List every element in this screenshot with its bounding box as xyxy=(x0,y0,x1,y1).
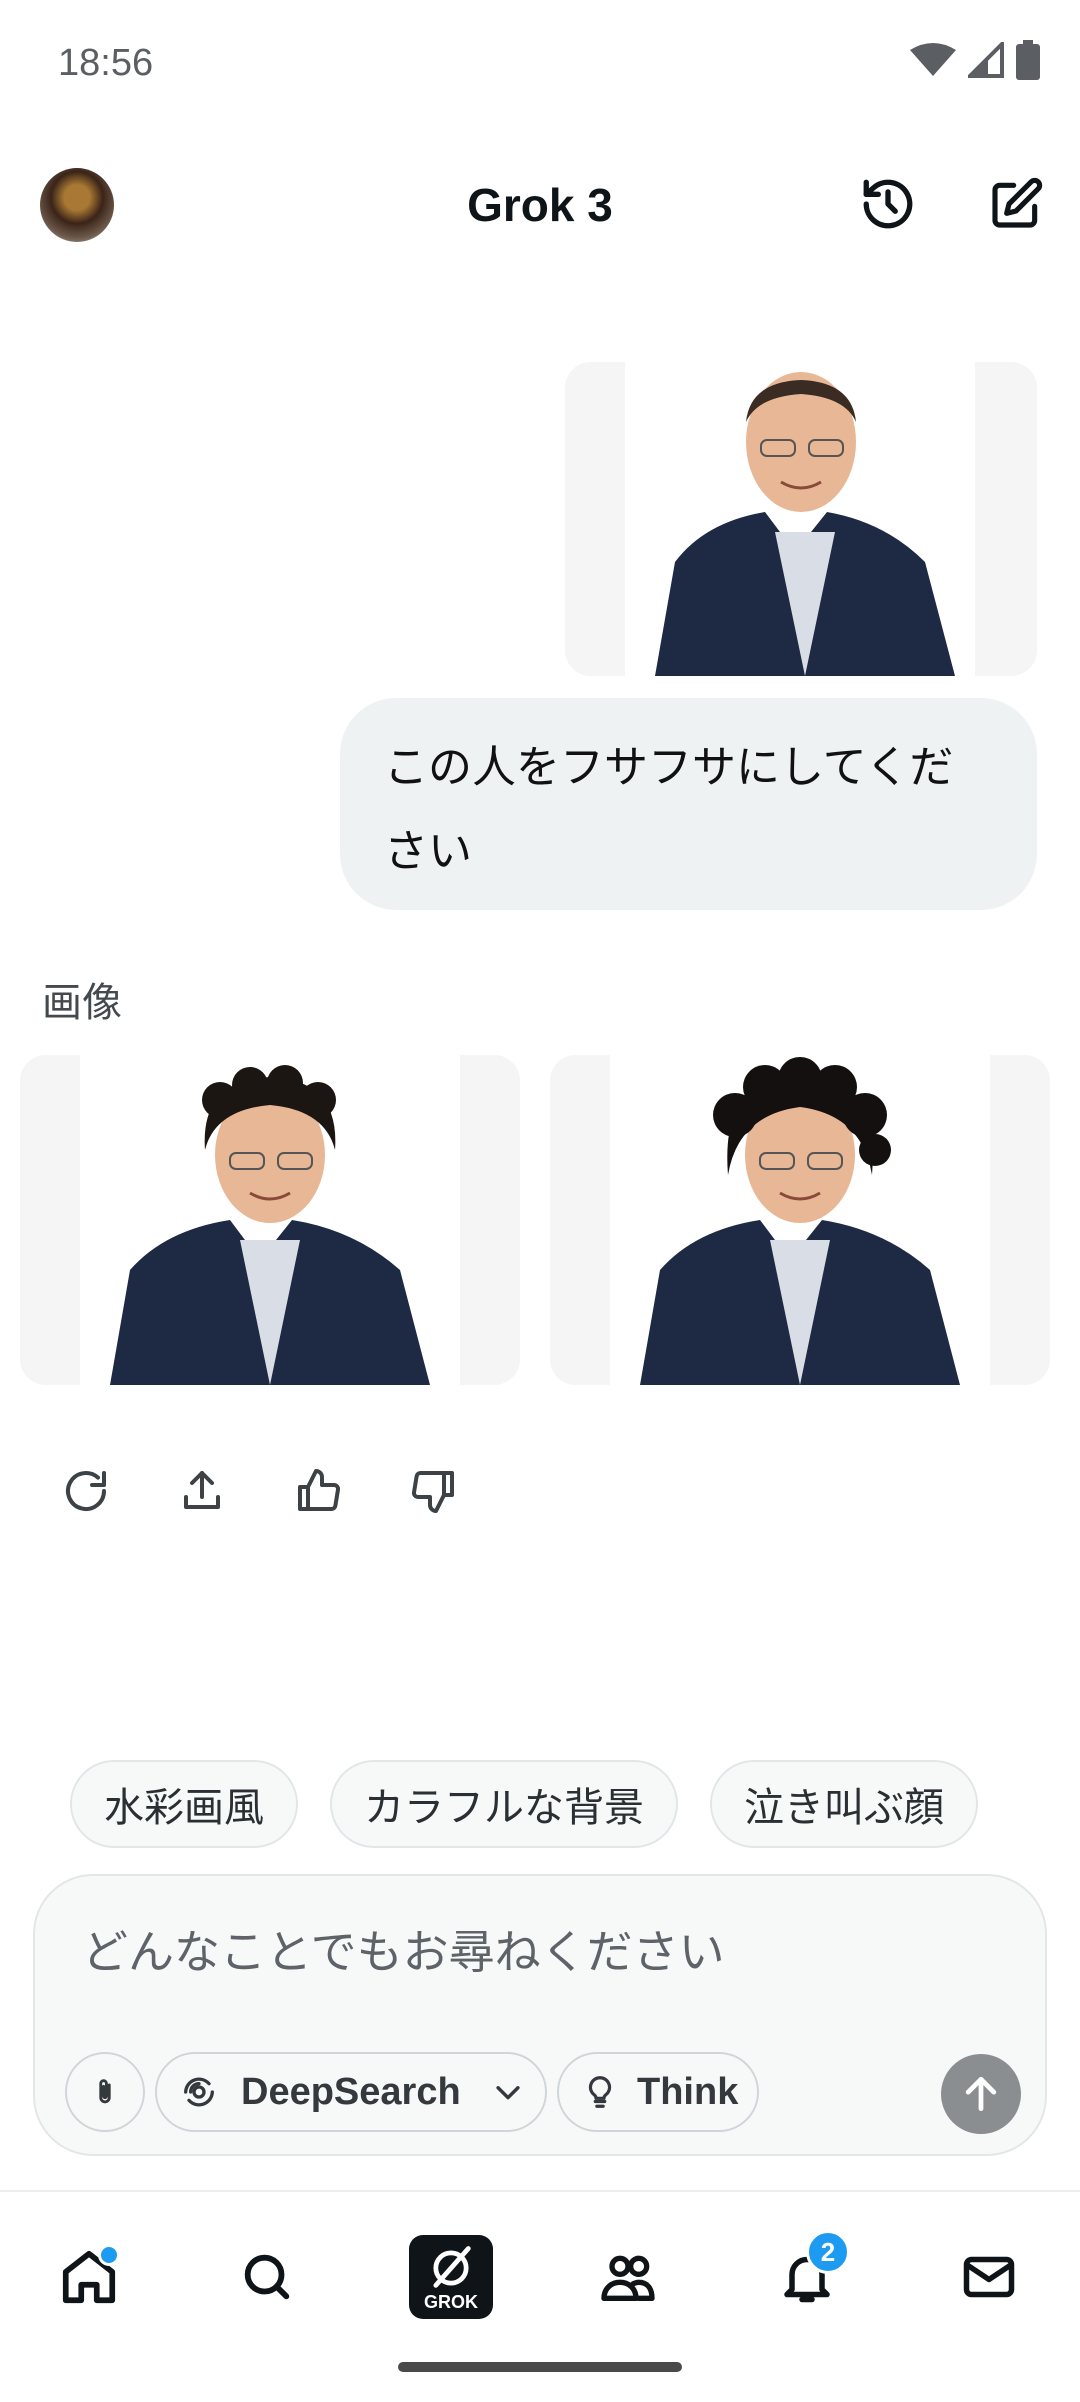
arrow-up-icon xyxy=(965,2076,997,2112)
signal-icon xyxy=(968,42,1004,78)
nav-communities[interactable] xyxy=(583,2232,673,2322)
share-button[interactable] xyxy=(176,1465,228,1517)
suggestion-chips: 水彩画風 カラフルな背景 泣き叫ぶ顔 xyxy=(70,1760,978,1848)
history-icon xyxy=(863,179,913,229)
uploaded-image[interactable] xyxy=(565,362,1037,676)
status-icons xyxy=(910,40,1040,80)
think-label: Think xyxy=(637,2070,739,2113)
nav-search[interactable] xyxy=(222,2232,312,2322)
mail-icon xyxy=(963,2256,1015,2298)
thumbs-up-icon xyxy=(298,1469,341,1511)
nav-messages[interactable] xyxy=(944,2232,1034,2322)
grok-logo-icon: GROK xyxy=(409,2235,493,2319)
nav-grok[interactable]: GROK xyxy=(406,2232,496,2322)
notification-dot xyxy=(98,2244,120,2266)
suggestion-chip[interactable]: 泣き叫ぶ顔 xyxy=(710,1760,978,1848)
attach-button[interactable] xyxy=(65,2052,145,2132)
chevron-down-icon xyxy=(496,2086,520,2100)
generated-image[interactable] xyxy=(20,1055,520,1385)
response-actions xyxy=(60,1465,460,1517)
notification-badge: 2 xyxy=(806,2230,850,2274)
deepsearch-label: DeepSearch xyxy=(241,2070,461,2113)
suggestion-chip[interactable]: 水彩画風 xyxy=(70,1760,298,1848)
battery-icon xyxy=(1016,40,1040,80)
response-section-label: 画像 xyxy=(42,980,122,1026)
composer: DeepSearch Think xyxy=(33,1874,1047,2156)
status-time: 18:56 xyxy=(58,42,154,84)
dislike-button[interactable] xyxy=(408,1465,460,1517)
deepsearch-button[interactable]: DeepSearch xyxy=(155,2052,547,2132)
compose-icon xyxy=(992,177,1043,228)
send-button[interactable] xyxy=(941,2054,1021,2134)
regenerate-button[interactable] xyxy=(60,1465,112,1517)
generated-image[interactable] xyxy=(550,1055,1050,1385)
deepsearch-icon xyxy=(184,2077,214,2107)
paperclip-icon xyxy=(99,2079,111,2104)
history-button[interactable] xyxy=(852,168,924,240)
grok-label: GROK xyxy=(424,2291,478,2312)
new-chat-button[interactable] xyxy=(980,168,1052,240)
lightbulb-icon xyxy=(588,2076,612,2108)
search-icon xyxy=(244,2254,290,2300)
message-input[interactable] xyxy=(80,1924,964,1980)
wifi-icon xyxy=(910,43,956,76)
nav-home[interactable] xyxy=(44,2232,134,2322)
refresh-icon xyxy=(66,1471,106,1512)
user-message-text: この人をフサフサにしてください xyxy=(384,742,954,877)
suggestion-chip[interactable]: カラフルな背景 xyxy=(330,1760,678,1848)
home-indicator xyxy=(398,2362,682,2372)
think-button[interactable]: Think xyxy=(557,2052,759,2132)
people-icon xyxy=(601,2255,655,2301)
share-icon xyxy=(184,1471,220,1509)
thumbs-down-icon xyxy=(411,1471,454,1513)
like-button[interactable] xyxy=(292,1465,344,1517)
user-message-bubble: この人をフサフサにしてください xyxy=(340,698,1037,910)
nav-notifications[interactable]: 2 xyxy=(762,2230,852,2322)
